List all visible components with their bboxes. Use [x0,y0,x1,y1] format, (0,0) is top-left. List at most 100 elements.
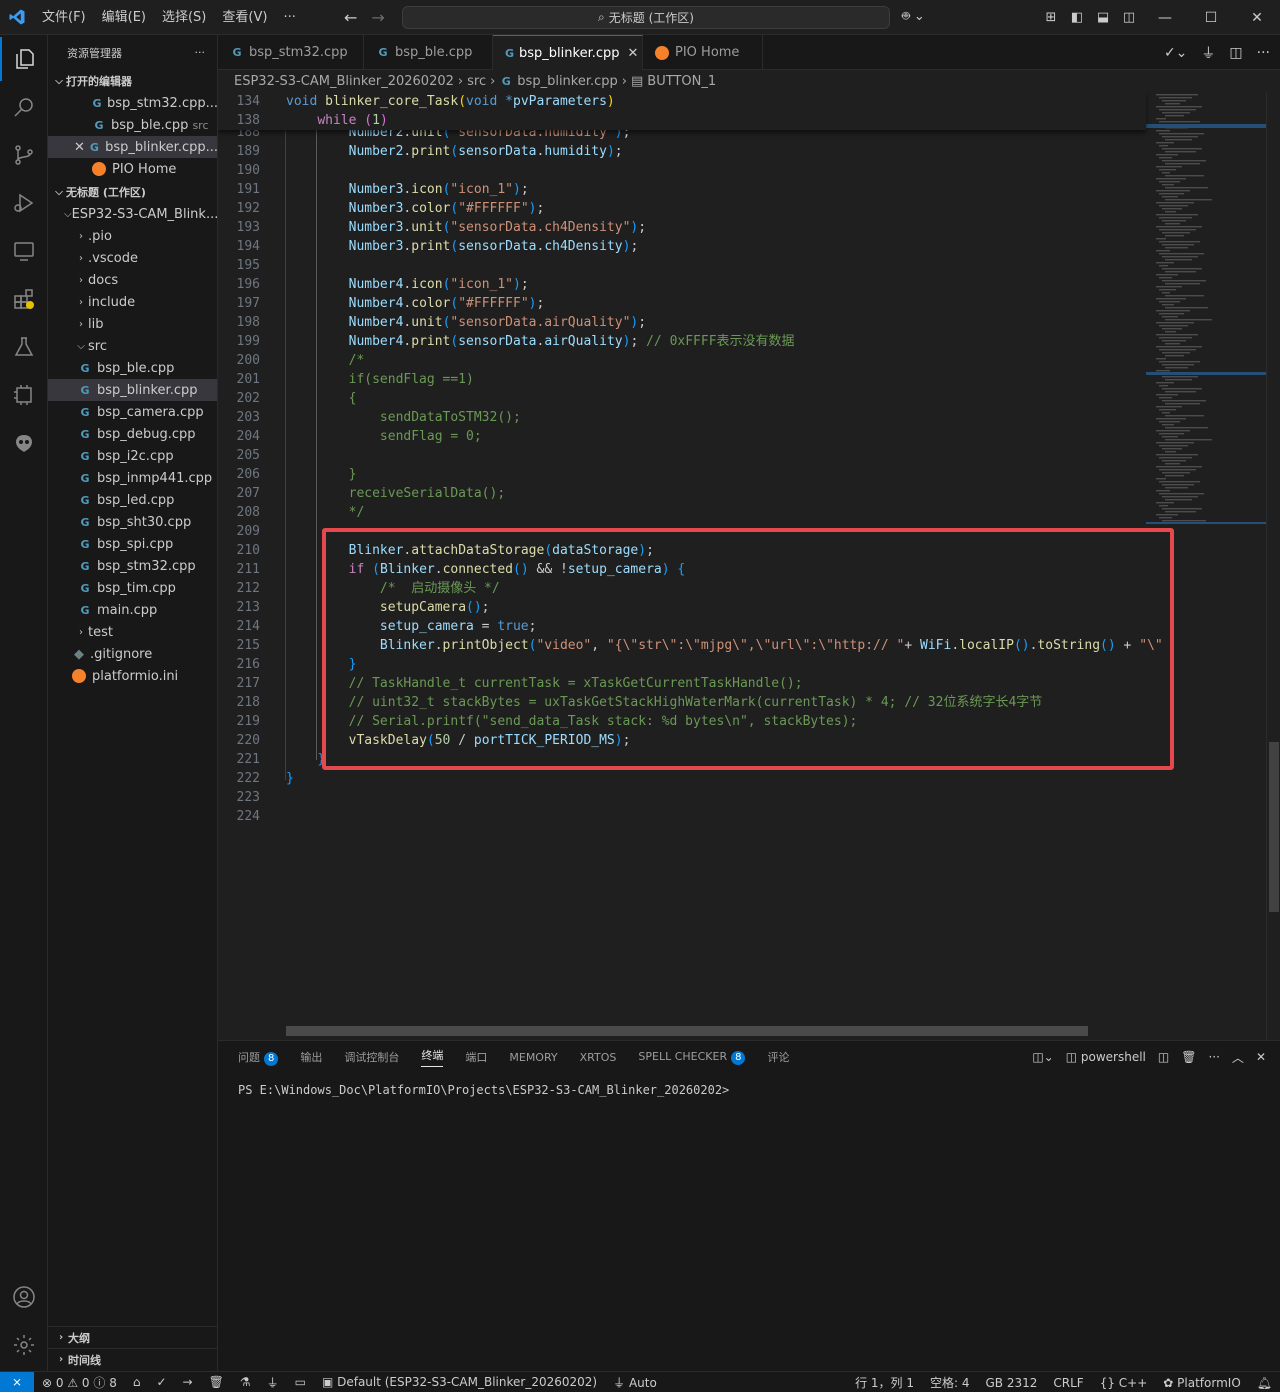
copilot-icon[interactable]: 🤖︎ ⌄ [902,8,925,26]
file-item[interactable]: Gbsp_led.cpp [48,489,217,511]
open-editor-item[interactable]: ✕ Gbsp_blinker.cpp... [48,136,217,158]
search-activity-icon[interactable] [0,85,48,129]
extensions-icon[interactable] [0,277,48,321]
home-icon[interactable]: ⌂ [125,1375,149,1389]
tab-xrtos[interactable]: XRTOS [580,1051,617,1064]
trash-icon[interactable]: 🗑︎ [1181,1050,1196,1064]
file-item[interactable]: Gbsp_camera.cpp [48,401,217,423]
split-editor-icon[interactable]: ◫ [1229,45,1242,61]
scrollbar-thumb[interactable] [1269,742,1279,912]
build-check-icon[interactable]: ✓ [148,1375,174,1389]
tab-output[interactable]: 输出 [300,1049,322,1065]
outline-section[interactable]: › 大纲 [48,1326,217,1348]
encoding[interactable]: GB 2312 [978,1376,1046,1390]
tab-terminal[interactable]: 终端 [421,1047,444,1067]
run-debug-icon[interactable] [0,181,48,225]
terminal-output[interactable]: PS E:\Windows_Doc\PlatformIO\Projects\ES… [238,1083,729,1097]
folder-item[interactable]: › docs [48,269,217,291]
tab-comments[interactable]: 评论 [767,1049,789,1065]
open-editor-item[interactable]: Gbsp_ble.cpp src [48,114,217,136]
close-icon[interactable]: ✕ [628,46,639,61]
breadcrumb-symbol[interactable]: BUTTON_1 [647,74,716,89]
vertical-scrollbar[interactable] [1266,92,1280,1040]
more-actions-icon[interactable]: ··· [195,46,206,59]
file-item[interactable]: Gbsp_blinker.cpp [48,379,217,401]
source-control-icon[interactable] [0,133,48,177]
menu-view[interactable]: 查看(V) [214,0,275,35]
tab-bsp-stm32[interactable]: Gbsp_stm32.cpp [218,35,364,70]
tab-bsp-blinker[interactable]: Gbsp_blinker.cpp ✕ [493,35,643,70]
remote-icon[interactable]: ⨯ [0,1371,34,1392]
accounts-icon[interactable] [0,1275,48,1319]
chip-debug-icon[interactable] [0,373,48,417]
test-flask-icon[interactable]: ⚗︎ [232,1375,259,1389]
file-item[interactable]: Gbsp_tim.cpp [48,577,217,599]
tab-problems[interactable]: 问题 8 [238,1049,279,1066]
testing-flask-icon[interactable] [0,325,48,369]
forward-arrow-icon[interactable]: → [371,8,384,27]
split-terminal-icon[interactable]: ◫ [1158,1050,1169,1064]
menu-file[interactable]: 文件(F) [34,0,94,35]
cursor-position[interactable]: 行 1，列 1 [847,1374,922,1391]
breadcrumb-folder[interactable]: src [467,74,486,89]
check-icon[interactable]: ✓⌄ [1164,45,1187,61]
open-editor-item[interactable]: PIO Home [48,158,217,180]
minimize-icon[interactable]: — [1142,10,1188,26]
minimap[interactable] [1146,92,1266,532]
problems-status[interactable]: ⊗ 0 ⚠ 0 ⓘ 8 [34,1374,125,1391]
sticky-line[interactable]: void blinker_core_Task(void *pvParameter… [286,92,615,111]
folder-item[interactable]: › .vscode [48,247,217,269]
close-panel-icon[interactable]: ✕ [1256,1050,1266,1064]
tab-ports[interactable]: 端口 [465,1049,487,1065]
more-actions-icon[interactable]: ··· [1257,45,1270,61]
tab-memory[interactable]: MEMORY [509,1051,557,1064]
file-item[interactable]: ◆ .gitignore [48,643,217,665]
platformio-alien-icon[interactable] [0,421,48,465]
code-editor[interactable]: 188 Number2.unit("sensorData.humidity");… [218,92,1280,1040]
indentation[interactable]: 空格: 4 [922,1374,978,1391]
upload-arrow-icon[interactable]: → [175,1375,201,1389]
file-item[interactable]: Gbsp_sht30.cpp [48,511,217,533]
explorer-icon[interactable] [0,37,48,81]
settings-gear-icon[interactable] [0,1323,48,1367]
clean-trash-icon[interactable]: 🗑︎ [201,1375,232,1389]
toggle-sidebar-icon[interactable]: ◧ [1064,10,1090,25]
breadcrumb-project[interactable]: ESP32-S3-CAM_Blinker_20260202 [234,74,454,89]
port-selector[interactable]: ⏚ Auto [605,1374,665,1391]
file-item[interactable]: Gmain.cpp [48,599,217,621]
more-actions-icon[interactable]: ··· [1208,1050,1219,1064]
horizontal-scrollbar[interactable] [286,1026,1088,1036]
toggle-panel-icon[interactable]: ⬓ [1090,10,1116,25]
timeline-section[interactable]: › 时间线 [48,1348,217,1370]
menu-more[interactable]: ··· [275,0,303,35]
customize-layout-icon[interactable]: ⊞ [1038,10,1064,25]
file-item[interactable]: Gbsp_ble.cpp [48,357,217,379]
tab-spell-checker[interactable]: SPELL CHECKER 8 [638,1050,746,1065]
terminal-instance[interactable]: ◫ powershell [1066,1050,1146,1064]
open-editor-item[interactable]: Gbsp_stm32.cpp... [48,92,217,114]
menu-selection[interactable]: 选择(S) [154,0,214,35]
tab-pio-home[interactable]: PIO Home [643,35,763,70]
open-editors-section[interactable]: ⌵ 打开的编辑器 [48,70,217,92]
sticky-line[interactable]: while (1) [286,111,387,130]
close-icon[interactable]: ✕ [74,140,89,155]
tab-debug-console[interactable]: 调试控制台 [344,1049,399,1065]
project-folder[interactable]: ⌵ ESP32-S3-CAM_Blink... [48,203,217,225]
folder-item[interactable]: › include [48,291,217,313]
maximize-panel-icon[interactable]: ︿ [1232,1049,1244,1066]
toggle-secondary-sidebar-icon[interactable]: ◫ [1116,10,1142,25]
menu-edit[interactable]: 编辑(E) [94,0,154,35]
folder-item[interactable]: › .pio [48,225,217,247]
breadcrumb-file[interactable]: bsp_blinker.cpp [517,74,618,89]
tab-bsp-ble[interactable]: Gbsp_ble.cpp [364,35,493,70]
line-ending[interactable]: CRLF [1045,1376,1091,1390]
maximize-icon[interactable]: ☐ [1188,10,1234,26]
platformio-status[interactable]: ✿ PlatformIO [1155,1376,1248,1390]
file-item[interactable]: platformio.ini [48,665,217,687]
folder-item-src[interactable]: ⌵ src [48,335,217,357]
serial-plug-icon[interactable]: ⏚ [259,1374,287,1391]
env-selector[interactable]: ▣ Default (ESP32-S3-CAM_Blinker_20260202… [314,1375,605,1389]
file-item[interactable]: Gbsp_stm32.cpp [48,555,217,577]
new-terminal-icon[interactable]: ◫⌄ [1032,1050,1053,1064]
file-item[interactable]: Gbsp_i2c.cpp [48,445,217,467]
